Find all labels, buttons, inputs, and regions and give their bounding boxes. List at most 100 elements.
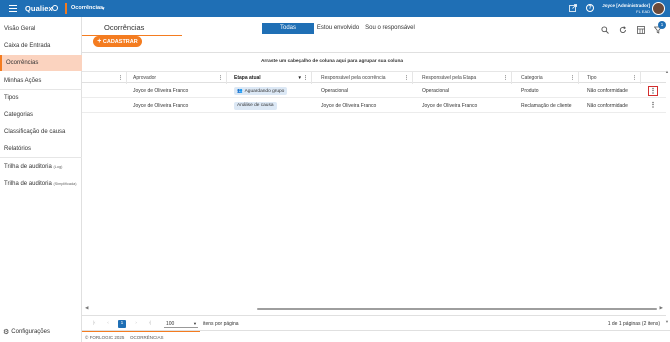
sidebar-item-label: Caixa de Entrada — [4, 43, 51, 49]
cell-aprovador: Joyce de Oliveira Franco — [133, 88, 189, 94]
cell-responsavel-ocorrencia: Joyce de Oliveira Franco — [321, 103, 377, 109]
column-header-aprovador[interactable]: Aprovador ⋮ — [130, 72, 227, 84]
sidebar-item-label: Relatórios — [4, 146, 32, 152]
pagination-info: 1 de 1 páginas (2 itens) — [607, 321, 660, 327]
help-icon[interactable]: ? — [586, 4, 594, 12]
scroll-left-icon[interactable]: ◀ — [85, 305, 88, 311]
sidebar-item-label: Visão Geral — [4, 26, 36, 32]
filter-estou-envolvido[interactable]: Estou envolvido — [316, 23, 360, 34]
menu-icon[interactable] — [7, 3, 19, 14]
column-header-responsavel-etapa[interactable]: Responsável pela Etapa ⋮ — [419, 72, 512, 84]
filter-sou-o-responsavel[interactable]: Sou o responsável — [364, 23, 416, 34]
columns-icon[interactable] — [637, 26, 645, 34]
chevron-down-icon: ▼ — [193, 321, 197, 326]
external-link-icon[interactable] — [569, 4, 577, 12]
sidebar-item-label: Ocorrências — [6, 60, 39, 66]
sidebar-item-classificacao-de-causa[interactable]: Classificação de causa — [0, 124, 82, 140]
brand-name[interactable]: Qualiex — [25, 4, 53, 13]
scroll-up-icon[interactable]: ▲ — [665, 69, 669, 74]
table-row[interactable]: Joyce de Oliveira Franco Análise de caus… — [82, 99, 666, 113]
sidebar-item-suffix: (Simplificada) — [53, 182, 77, 186]
filter-count-badge: 1 — [658, 21, 666, 29]
add-button-label: CADASTRAR — [102, 39, 138, 45]
logo-icon — [52, 5, 58, 11]
page-number[interactable]: 1 — [118, 320, 126, 328]
sidebar-item-suffix: (Log) — [53, 165, 63, 169]
footer-copyright: © FORLOGIC 2025 — [85, 335, 125, 340]
column-menu-icon[interactable]: ⋮ — [303, 72, 308, 84]
chevron-down-icon[interactable]: ▼ — [101, 6, 105, 11]
vertical-scrollbar[interactable]: ▲ ▼ — [665, 69, 669, 324]
sidebar: Visão Geral Caixa de Entrada Ocorrências… — [0, 17, 82, 342]
sidebar-item-categorias[interactable]: Categorias — [0, 107, 82, 123]
sidebar-item-label: Trilha de auditoria — [4, 181, 52, 187]
sidebar-item-label: Categorias — [4, 112, 34, 118]
group-panel-hint[interactable]: Arraste um cabeçalho de coluna aqui para… — [82, 59, 582, 64]
table-row[interactable]: Joyce de Oliveira Franco 👥 Aguardando gru… — [82, 84, 666, 98]
sidebar-item-trilha-simplificada[interactable]: Trilha de auditoria (Simplificada) — [0, 176, 82, 192]
column-title: Categoria — [521, 75, 543, 81]
cell-responsavel-etapa: Operacional — [422, 88, 449, 94]
sidebar-item-visao-geral[interactable]: Visão Geral — [0, 21, 82, 37]
top-bar: Qualiex Ocorrências ▼ ? Joyce [Administr… — [0, 0, 670, 17]
scrollbar-thumb[interactable] — [257, 308, 657, 310]
sidebar-item-minhas-acoes[interactable]: Minhas Ações — [0, 73, 82, 89]
scroll-right-icon[interactable]: ▶ — [660, 305, 663, 311]
add-button[interactable]: + CADASTRAR — [93, 36, 142, 47]
cell-etapa-atual: Análise de causa — [231, 99, 277, 113]
column-header-tipo[interactable]: Tipo ⋮ — [584, 72, 641, 84]
cell-categoria: Produto — [521, 88, 539, 94]
column-title: Responsável pela Etapa — [422, 75, 477, 81]
cell-categoria: Reclamação de cliente — [521, 103, 572, 109]
column-menu-icon[interactable]: ⋮ — [404, 72, 409, 84]
last-page-icon[interactable]: ›| — [146, 320, 154, 328]
filter-active-icon[interactable]: ▼ — [298, 72, 302, 84]
sidebar-item-ocorrencias[interactable]: Ocorrências — [0, 55, 82, 71]
row-actions-icon[interactable]: ⋮ — [648, 101, 658, 111]
divider — [0, 157, 82, 158]
column-menu-icon[interactable]: ⋮ — [570, 72, 575, 84]
column-header-blank[interactable]: ⋮ — [82, 72, 127, 84]
footer-breadcrumb: OCORRÊNCIAS — [130, 335, 164, 340]
table-header: ⋮ Aprovador ⋮ Etapa atual ▼ ⋮ Responsável p… — [82, 71, 666, 84]
horizontal-scrollbar[interactable]: ◀ ▶ — [85, 305, 663, 311]
sidebar-item-label: Minhas Ações — [4, 78, 42, 84]
cell-etapa-atual: 👥 Aguardando grupo — [231, 84, 288, 98]
row-actions-icon[interactable]: ⋮ — [648, 86, 658, 96]
status-chip-label: Aguardando grupo — [244, 88, 285, 94]
first-page-icon[interactable]: |‹ — [90, 320, 98, 328]
sidebar-item-tipos[interactable]: Tipos — [0, 90, 82, 106]
group-icon: 👥 — [237, 87, 243, 93]
settings-link[interactable]: ⚙ Configurações — [3, 328, 50, 336]
sidebar-item-caixa-de-entrada[interactable]: Caixa de Entrada — [0, 38, 82, 54]
refresh-icon[interactable] — [619, 26, 627, 34]
cell-responsavel-etapa: Joyce de Oliveira Franco — [422, 103, 478, 109]
column-title: Aprovador — [133, 75, 157, 81]
column-header-etapa-atual[interactable]: Etapa atual ▼ ⋮ — [231, 72, 312, 84]
page-size-value: 100 — [166, 321, 175, 327]
page-size-select[interactable]: 100 ▼ — [164, 320, 198, 328]
column-header-responsavel-ocorrencia[interactable]: Responsável pela ocorrência ⋮ — [318, 72, 413, 84]
filter-todas[interactable]: Todas — [262, 23, 314, 34]
status-chip: 👥 Aguardando grupo — [234, 86, 288, 95]
plus-icon: + — [97, 38, 102, 45]
main-content: Ocorrências + CADASTRAR Todas Estou envo… — [82, 17, 670, 342]
footer: © FORLOGIC 2025 OCORRÊNCIAS — [82, 330, 670, 342]
sidebar-item-trilha-log[interactable]: Trilha de auditoria (Log) — [0, 159, 82, 175]
user-name[interactable]: Joyce [Administrador] — [602, 3, 650, 8]
search-icon[interactable] — [601, 26, 609, 34]
avatar[interactable] — [652, 2, 665, 15]
column-header-categoria[interactable]: Categoria ⋮ — [518, 72, 579, 84]
column-menu-icon[interactable]: ⋮ — [632, 72, 637, 84]
gear-icon: ⚙ — [3, 329, 10, 336]
prev-page-icon[interactable]: ‹ — [104, 320, 112, 328]
next-page-icon[interactable]: › — [132, 320, 140, 328]
column-menu-icon[interactable]: ⋮ — [218, 72, 223, 84]
user-org: FL EAD — [636, 9, 650, 14]
module-selector[interactable]: Ocorrências — [71, 5, 103, 11]
column-menu-icon[interactable]: ⋮ — [503, 72, 508, 84]
column-title: Tipo — [587, 75, 597, 81]
footer-accent — [82, 331, 200, 332]
sidebar-item-relatorios[interactable]: Relatórios — [0, 141, 82, 157]
column-menu-icon[interactable]: ⋮ — [118, 72, 123, 84]
